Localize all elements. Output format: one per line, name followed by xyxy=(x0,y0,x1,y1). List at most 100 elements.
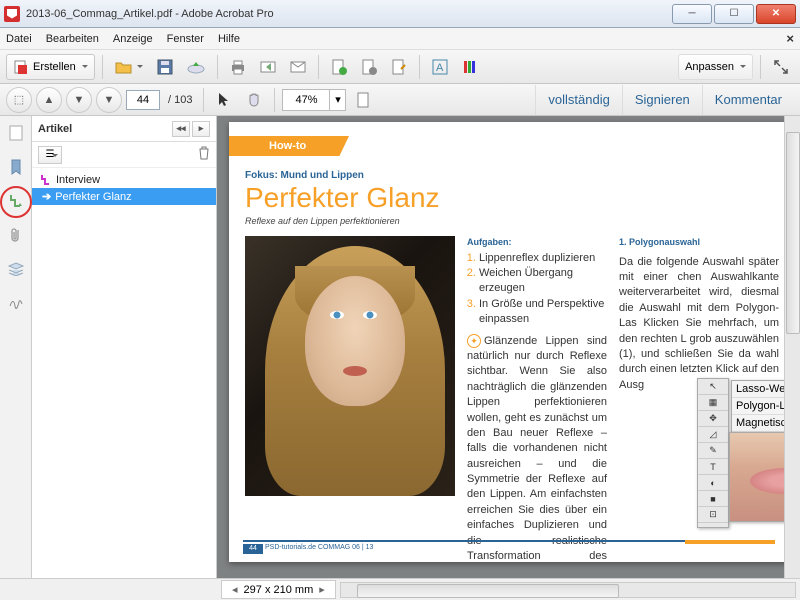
minimize-button[interactable]: ─ xyxy=(672,4,712,24)
section-heading: 1. Polygonauswahl xyxy=(619,236,779,249)
status-bar: 297 x 210 mm xyxy=(0,578,800,600)
thumbnails-tab[interactable] xyxy=(5,122,27,144)
zoom-input[interactable] xyxy=(283,90,329,110)
cursor-icon xyxy=(217,92,231,108)
article-icon xyxy=(40,174,52,186)
menu-edit[interactable]: Bearbeiten xyxy=(46,33,99,45)
paperclip-icon xyxy=(10,227,22,243)
pdf-page: How-to Fokus: Mund und Lippen Perfekter … xyxy=(229,122,789,562)
ps-tool-palette: ↖▦✥◿✎T◐■⊡ xyxy=(697,378,729,528)
delete-article-button[interactable] xyxy=(198,146,210,163)
customize-button[interactable]: Anpassen xyxy=(678,54,753,80)
link-sign[interactable]: Signieren xyxy=(622,85,702,115)
intro-paragraph: Glänzende Lippen sind natürlich nur durc… xyxy=(467,335,607,562)
tree-item-interview[interactable]: Interview xyxy=(32,172,216,188)
footer-reference: PSD-tutorials.de COMMAG 06 | 13 xyxy=(265,544,373,551)
zoom-control[interactable]: ▾ xyxy=(282,89,346,111)
task-1: Lippenreflex duplizieren xyxy=(479,252,595,264)
page-thumb-icon xyxy=(9,125,23,141)
section-paragraph: Da die folgende Auswahl später mit einer… xyxy=(619,255,779,394)
share-button[interactable] xyxy=(255,54,281,80)
flyout-item: Lasso-Werkzeug xyxy=(732,381,789,398)
ocr-button[interactable]: A xyxy=(427,54,453,80)
cloud-button[interactable] xyxy=(182,54,210,80)
vertical-scrollbar[interactable] xyxy=(784,116,800,600)
menu-help[interactable]: Hilfe xyxy=(218,33,240,45)
tree-item-perfekter-glanz[interactable]: ➔ Perfekter Glanz xyxy=(32,188,216,205)
page-down-button[interactable]: ▼ xyxy=(66,87,92,113)
save-button[interactable] xyxy=(152,54,178,80)
menu-file[interactable]: Datei xyxy=(6,33,32,45)
articles-tab[interactable] xyxy=(5,190,27,212)
maximize-button[interactable]: ☐ xyxy=(714,4,754,24)
hand-tool-button[interactable] xyxy=(241,87,267,113)
doc-close-icon[interactable]: × xyxy=(786,31,794,46)
folder-open-icon xyxy=(115,59,133,75)
window-title: 2013-06_Commag_Artikel.pdf - Adobe Acrob… xyxy=(26,8,672,20)
panel-next-button[interactable]: ▸ xyxy=(192,121,210,137)
page-number-input[interactable] xyxy=(126,90,160,110)
lasso-flyout-menu: Lasso-Werkzeug Polygon-Lasso-Werkzeug Ma… xyxy=(731,380,789,433)
select-tool-button[interactable] xyxy=(211,87,237,113)
titlebar: 2013-06_Commag_Artikel.pdf - Adobe Acrob… xyxy=(0,0,800,28)
signatures-tab[interactable] xyxy=(5,292,27,314)
show-prev-view-button[interactable]: ⬚ xyxy=(6,87,32,113)
email-button[interactable] xyxy=(285,54,311,80)
print-button[interactable] xyxy=(225,54,251,80)
menu-view[interactable]: Anzeige xyxy=(113,33,153,45)
page-subheading: Reflexe auf den Lippen perfektionieren xyxy=(245,216,400,226)
envelope-icon xyxy=(290,61,306,73)
layers-icon xyxy=(8,262,24,276)
menu-window[interactable]: Fenster xyxy=(167,33,204,45)
column-1: Aufgaben: Lippenreflex duplizieren Weich… xyxy=(467,236,607,562)
page-dimensions[interactable]: 297 x 210 mm xyxy=(221,580,336,599)
printer-icon xyxy=(230,59,246,75)
column-2: 1. Polygonauswahl Da die folgende Auswah… xyxy=(619,236,779,393)
panel-toolbar: ☰ xyxy=(32,142,216,168)
task-3: In Größe und Perspektive einpassen xyxy=(479,298,604,325)
app-icon xyxy=(4,6,20,22)
page-heading: Perfekter Glanz xyxy=(245,182,440,214)
tree-item-label: Perfekter Glanz xyxy=(55,191,131,203)
attachments-tab[interactable] xyxy=(5,224,27,246)
link-comment[interactable]: Kommentar xyxy=(702,85,794,115)
page-footer: 44 PSD-tutorials.de COMMAG 06 | 13 xyxy=(243,540,775,552)
text-recognition-icon: A xyxy=(432,59,448,75)
horizontal-scrollbar[interactable] xyxy=(340,582,796,598)
export-button[interactable] xyxy=(326,54,352,80)
zoom-fit-button[interactable] xyxy=(350,87,376,113)
page-pencil-icon xyxy=(391,59,407,75)
layers-tab[interactable] xyxy=(5,258,27,280)
page-up-button[interactable]: ▲ xyxy=(36,87,62,113)
fullscreen-button[interactable] xyxy=(768,54,794,80)
create-pdf-icon xyxy=(13,59,29,75)
content-area: Artikel ◂◂ ▸ ☰ Interview ➔ Perfekter Gla… xyxy=(0,116,800,600)
articles-panel: Artikel ◂◂ ▸ ☰ Interview ➔ Perfekter Gla… xyxy=(32,116,217,600)
signature-icon xyxy=(8,296,24,310)
expand-icon xyxy=(773,59,789,75)
fit-page-icon xyxy=(356,92,370,108)
main-toolbar: Erstellen A Anpassen xyxy=(0,50,800,84)
howto-tab-label: How-to xyxy=(229,136,349,156)
zoom-dropdown-icon[interactable]: ▾ xyxy=(329,90,345,110)
color-button[interactable] xyxy=(457,54,483,80)
document-viewport[interactable]: How-to Fokus: Mund und Lippen Perfekter … xyxy=(217,116,800,600)
flyout-item: Polygon-Lasso-Werkzeug xyxy=(732,398,789,415)
save-icon xyxy=(157,59,173,75)
link-fullscreen[interactable]: vollständig xyxy=(535,85,621,115)
panel-prev-button[interactable]: ◂◂ xyxy=(172,121,190,137)
forms-button[interactable] xyxy=(386,54,412,80)
bookmarks-tab[interactable] xyxy=(5,156,27,178)
color-bars-icon xyxy=(462,59,478,75)
edit-pdf-button[interactable] xyxy=(356,54,382,80)
panel-options-button[interactable]: ☰ xyxy=(38,146,62,164)
page-last-button[interactable]: ▼ xyxy=(96,87,122,113)
close-button[interactable]: ✕ xyxy=(756,4,796,24)
tree-item-label: Interview xyxy=(56,174,100,186)
portrait-photo xyxy=(245,236,455,496)
open-button[interactable] xyxy=(110,54,148,80)
arrow-icon: ➔ xyxy=(42,190,51,203)
lips-closeup-image xyxy=(729,432,789,522)
create-button[interactable]: Erstellen xyxy=(6,54,95,80)
create-label: Erstellen xyxy=(33,61,76,73)
